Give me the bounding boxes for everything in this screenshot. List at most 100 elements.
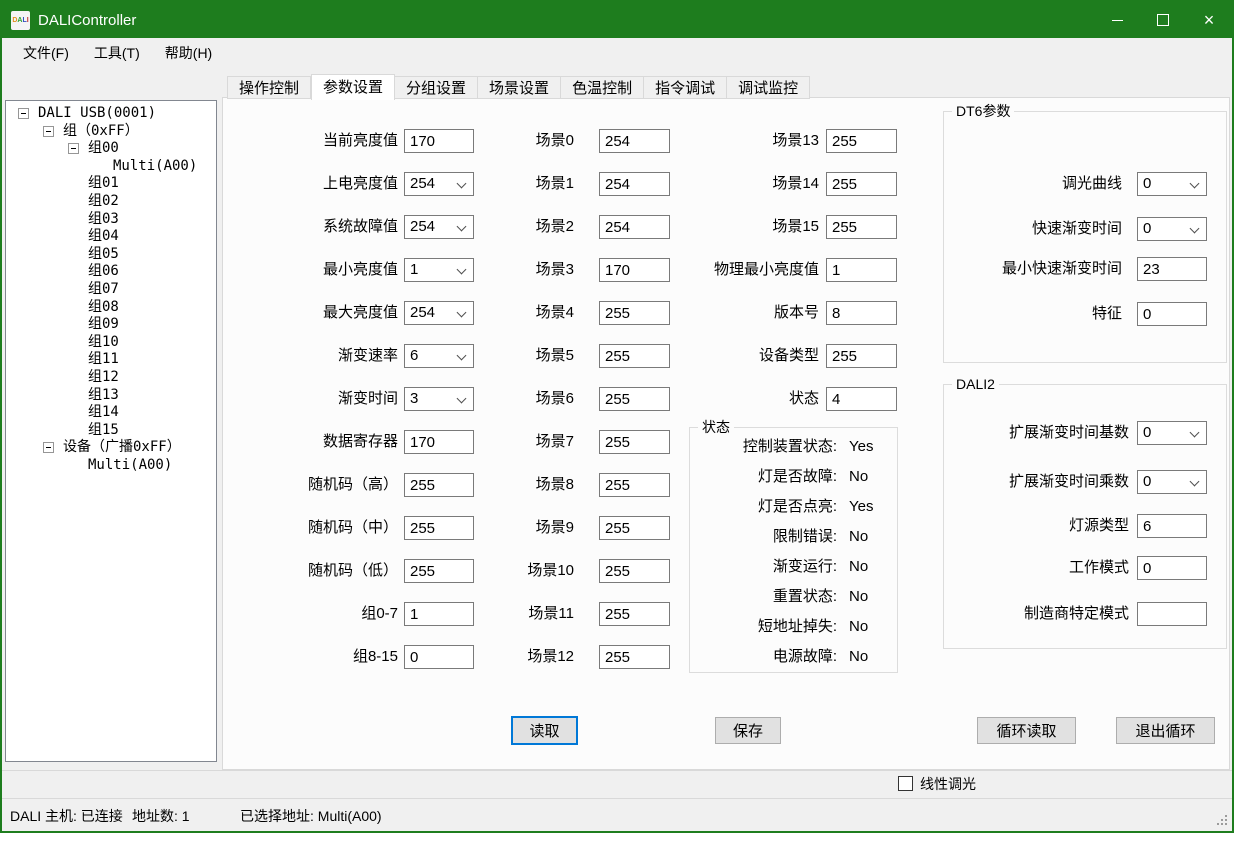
tree-item-label: 组00 bbox=[88, 140, 119, 158]
tree-item[interactable]: 组07 bbox=[6, 281, 216, 299]
field-label: 特征 bbox=[944, 302, 1136, 326]
tab-strip: 操作控制参数设置分组设置场景设置色温控制指令调试调试监控 bbox=[227, 73, 810, 99]
field-label: 工作模式 bbox=[944, 556, 1135, 580]
field-input[interactable] bbox=[826, 301, 897, 325]
tab-0[interactable]: 操作控制 bbox=[227, 76, 311, 99]
tree-item[interactable]: 组00 bbox=[6, 140, 216, 158]
save-button[interactable]: 保存 bbox=[715, 717, 781, 744]
tree-expander-icon[interactable] bbox=[18, 108, 29, 119]
tree-item[interactable]: 组15 bbox=[6, 422, 216, 440]
field-label: 最小快速渐变时间 bbox=[944, 257, 1136, 281]
close-button[interactable]: × bbox=[1186, 2, 1232, 38]
field-label: 灯源类型 bbox=[944, 514, 1135, 538]
tree-item[interactable]: 组09 bbox=[6, 316, 216, 334]
tab-1[interactable]: 参数设置 bbox=[311, 74, 395, 100]
field-input[interactable] bbox=[826, 129, 897, 153]
field-input[interactable] bbox=[599, 473, 670, 497]
field-input[interactable] bbox=[599, 559, 670, 583]
status-label: 控制装置状态: bbox=[690, 436, 837, 458]
field-label: 调光曲线 bbox=[944, 172, 1136, 196]
exit-loop-button[interactable]: 退出循环 bbox=[1116, 717, 1215, 744]
tree-expander-icon[interactable] bbox=[43, 126, 54, 137]
field-input[interactable] bbox=[599, 430, 670, 454]
tab-5[interactable]: 指令调试 bbox=[644, 76, 727, 99]
tree-item-label: 组03 bbox=[88, 211, 119, 229]
status-value: Yes bbox=[849, 496, 873, 518]
field-label: 场景8 bbox=[453, 473, 574, 497]
minimize-button[interactable] bbox=[1094, 2, 1140, 38]
field-input[interactable] bbox=[1137, 556, 1207, 580]
tab-6[interactable]: 调试监控 bbox=[727, 76, 810, 99]
field-input[interactable] bbox=[599, 645, 670, 669]
status-row: 电源故障:No bbox=[690, 646, 897, 670]
window-controls: × bbox=[1094, 2, 1232, 38]
field-label: 制造商特定模式 bbox=[944, 602, 1135, 626]
tree-item[interactable]: 组14 bbox=[6, 404, 216, 422]
dali2-groupbox: DALI2 扩展渐变时间基数0扩展渐变时间乘数0灯源类型工作模式制造商特定模式 bbox=[943, 384, 1227, 649]
tree-item[interactable]: 组11 bbox=[6, 351, 216, 369]
field-input[interactable] bbox=[826, 344, 897, 368]
tree-item[interactable]: 设备（广播0xFF） bbox=[6, 439, 216, 457]
tree-expander-icon[interactable] bbox=[43, 442, 54, 453]
tree-item[interactable]: 组05 bbox=[6, 246, 216, 264]
statusbar-host: DALI 主机: 已连接 bbox=[10, 806, 123, 826]
field-input[interactable] bbox=[1137, 257, 1207, 281]
tree-item-label: 组（0xFF） bbox=[63, 123, 139, 141]
read-button[interactable]: 读取 bbox=[511, 716, 578, 745]
tree-item[interactable]: 组08 bbox=[6, 299, 216, 317]
field-input[interactable] bbox=[1137, 302, 1207, 326]
field-input[interactable] bbox=[826, 258, 897, 282]
tree-item-label: 组08 bbox=[88, 299, 119, 317]
status-row: 短地址掉失:No bbox=[690, 616, 897, 640]
field-input[interactable] bbox=[826, 387, 897, 411]
tree-item[interactable]: 组02 bbox=[6, 193, 216, 211]
menu-tools[interactable]: 工具(T) bbox=[83, 39, 151, 67]
tree-item[interactable]: 组04 bbox=[6, 228, 216, 246]
tree-item[interactable]: 组13 bbox=[6, 387, 216, 405]
tree-item[interactable]: 组03 bbox=[6, 211, 216, 229]
field-combo[interactable]: 0 bbox=[1137, 421, 1207, 445]
tree-item-label: DALI USB(0001) bbox=[38, 105, 156, 123]
status-row: 灯是否点亮:Yes bbox=[690, 496, 897, 520]
field-combo[interactable]: 0 bbox=[1137, 217, 1207, 241]
menu-file[interactable]: 文件(F) bbox=[12, 39, 80, 67]
field-combo[interactable]: 0 bbox=[1137, 470, 1207, 494]
field-combo[interactable]: 0 bbox=[1137, 172, 1207, 196]
field-input[interactable] bbox=[1137, 514, 1207, 538]
tree-item-label: Multi(A00) bbox=[88, 457, 172, 475]
field-input[interactable] bbox=[1137, 602, 1207, 626]
tree-item[interactable]: Multi(A00) bbox=[6, 158, 216, 176]
tree-item[interactable]: 组（0xFF） bbox=[6, 123, 216, 141]
field-label: 设备类型 bbox=[633, 344, 819, 368]
field-input[interactable] bbox=[599, 516, 670, 540]
tab-3[interactable]: 场景设置 bbox=[478, 76, 561, 99]
tree-item-label: 组05 bbox=[88, 246, 119, 264]
tree-item[interactable]: 组01 bbox=[6, 175, 216, 193]
tree-item[interactable]: 组10 bbox=[6, 334, 216, 352]
app-icon: DALI bbox=[11, 11, 30, 30]
menu-help[interactable]: 帮助(H) bbox=[154, 39, 223, 67]
status-label: 灯是否故障: bbox=[690, 466, 837, 488]
tab-2[interactable]: 分组设置 bbox=[395, 76, 478, 99]
combo-value: 0 bbox=[1143, 422, 1151, 444]
resize-grip[interactable] bbox=[1225, 823, 1227, 825]
tree-expander-icon[interactable] bbox=[68, 143, 79, 154]
field-label: 物理最小亮度值 bbox=[633, 258, 819, 282]
loop-read-button[interactable]: 循环读取 bbox=[977, 717, 1076, 744]
chevron-down-icon bbox=[1190, 477, 1200, 487]
field-row: 特征 bbox=[944, 302, 1226, 326]
field-label: 场景9 bbox=[453, 516, 574, 540]
tree-item[interactable]: 组12 bbox=[6, 369, 216, 387]
tree-item-label: 组12 bbox=[88, 369, 119, 387]
tree-item[interactable]: 组06 bbox=[6, 263, 216, 281]
field-input[interactable] bbox=[599, 602, 670, 626]
maximize-button[interactable] bbox=[1140, 2, 1186, 38]
linear-dimming-checkbox[interactable] bbox=[898, 776, 913, 791]
tab-4[interactable]: 色温控制 bbox=[561, 76, 644, 99]
tree-item[interactable]: DALI USB(0001) bbox=[6, 105, 216, 123]
status-row: 灯是否故障:No bbox=[690, 466, 897, 490]
field-label: 场景14 bbox=[633, 172, 819, 196]
tree-item[interactable]: Multi(A00) bbox=[6, 457, 216, 475]
field-input[interactable] bbox=[826, 215, 897, 239]
field-input[interactable] bbox=[826, 172, 897, 196]
